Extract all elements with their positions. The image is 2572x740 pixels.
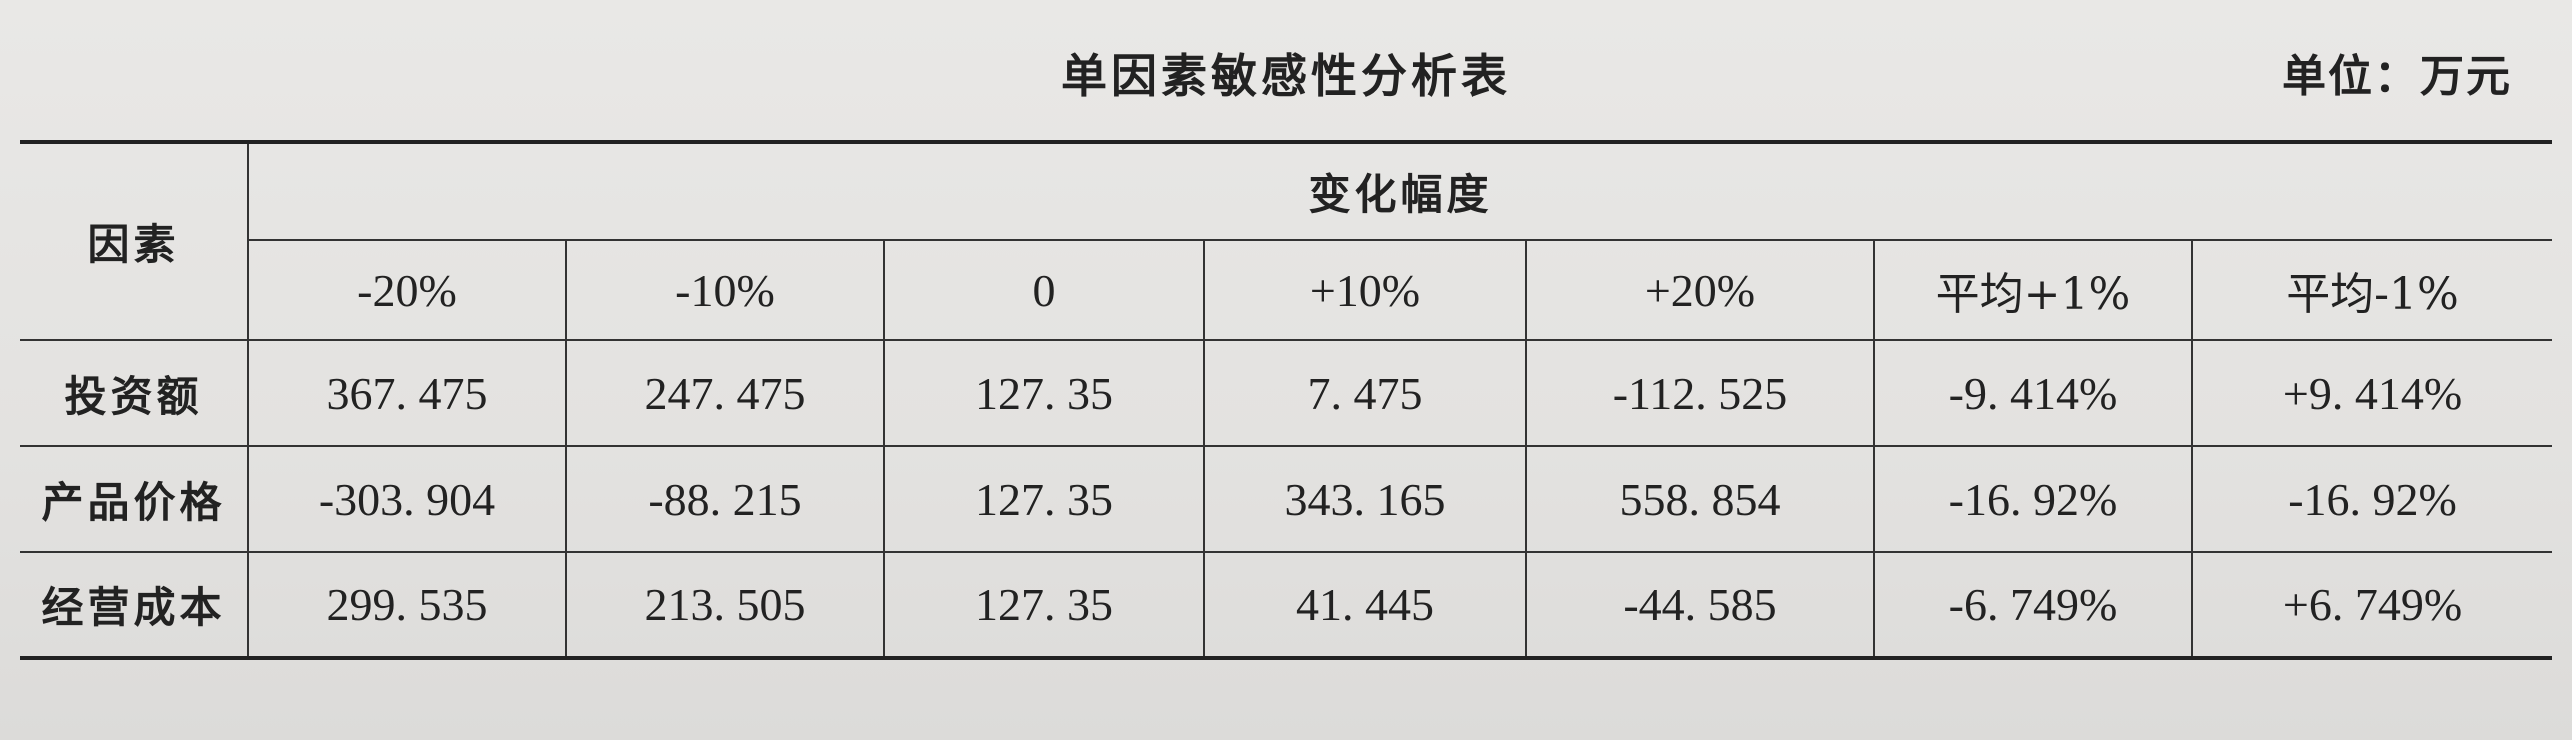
table-cell: 299. 535 [247, 551, 567, 660]
table-row: 经营成本 299. 535 213. 505 127. 35 41. 445 -… [20, 551, 2553, 660]
table-cell: 367. 475 [247, 339, 567, 447]
table-cell: 7. 475 [1203, 339, 1527, 447]
table-cell: 213. 505 [565, 551, 885, 660]
table-cell: -112. 525 [1525, 339, 1875, 447]
table-cell: +9. 414% [2190, 339, 2553, 447]
column-header: +10% [1203, 239, 1527, 341]
document-page: 单因素敏感性分析表 单位：万元 因素 变化幅度 -20% -10% 0 +10%… [0, 0, 2572, 740]
table-cell: 127. 35 [883, 339, 1205, 447]
header-row-1: 因素 变化幅度 [20, 140, 2553, 341]
row-label: 产品价格 [20, 445, 249, 553]
table-cell: -6. 749% [1873, 551, 2193, 660]
change-header: 变化幅度 [246, 140, 2553, 241]
table-row: 产品价格 -303. 904 -88. 215 127. 35 343. 165… [20, 445, 2553, 553]
table-cell: -44. 585 [1525, 551, 1875, 660]
column-header: +20% [1525, 239, 1875, 341]
table-cell: 127. 35 [883, 551, 1205, 660]
table-cell: -16. 92% [1873, 445, 2193, 553]
table-cell: -88. 215 [565, 445, 885, 553]
factor-header: 因素 [20, 140, 249, 341]
table-cell: -16. 92% [2190, 445, 2553, 553]
table-row: 投资额 367. 475 247. 475 127. 35 7. 475 -11… [20, 339, 2553, 447]
column-header: -10% [565, 239, 885, 341]
table-cell: +6. 749% [2190, 551, 2553, 660]
row-label: 投资额 [20, 339, 249, 447]
unit-label: 单位：万元 [2282, 51, 2512, 102]
table-cell: 247. 475 [565, 339, 885, 447]
column-header: 平均-1% [2190, 239, 2553, 341]
table-cell: -303. 904 [247, 445, 567, 553]
table-cell: 127. 35 [883, 445, 1205, 553]
table-cell: 558. 854 [1525, 445, 1875, 553]
column-header: 平均+1% [1873, 239, 2193, 341]
row-label: 经营成本 [20, 551, 249, 660]
column-header: -20% [247, 239, 567, 341]
table-cell: 343. 165 [1203, 445, 1527, 553]
table-title: 单因素敏感性分析表 [1061, 49, 1511, 103]
column-header: 0 [883, 239, 1205, 341]
sensitivity-table: 因素 变化幅度 -20% -10% 0 +10% +20% 平均+1% 平均-1… [20, 140, 2553, 660]
header-row-2: -20% -10% 0 +10% +20% 平均+1% 平均-1% [20, 239, 2553, 341]
table-cell: -9. 414% [1873, 339, 2193, 447]
table-cell: 41. 445 [1203, 551, 1527, 660]
